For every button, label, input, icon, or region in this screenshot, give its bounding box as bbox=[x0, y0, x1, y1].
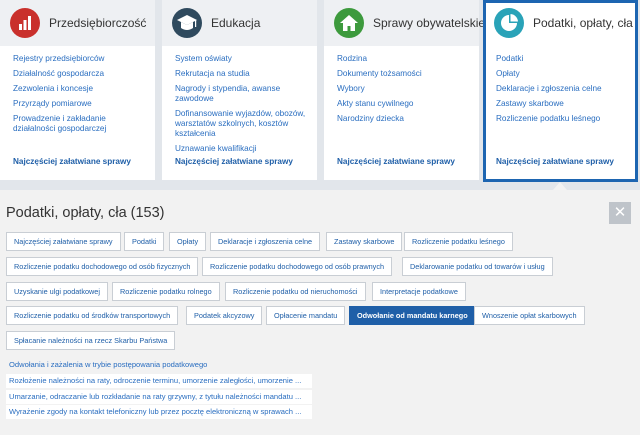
case-link[interactable]: Umarzanie, odraczanie lub rozkładanie na… bbox=[6, 390, 312, 404]
card-title: Sprawy obywatelskie bbox=[373, 16, 486, 30]
card-link[interactable]: Narodziny dziecka bbox=[337, 114, 473, 124]
card-edukacja[interactable]: Edukacja System oświaty Rekrutacja na st… bbox=[162, 0, 317, 180]
most-common-link[interactable]: Najczęściej załatwiane sprawy bbox=[337, 157, 455, 166]
card-links: System oświaty Rekrutacja na studia Nagr… bbox=[175, 54, 311, 159]
bar-chart-icon bbox=[10, 8, 40, 38]
card-header[interactable]: Podatki, opłaty, cła bbox=[486, 3, 635, 49]
card-link[interactable]: System oświaty bbox=[175, 54, 311, 64]
card-link[interactable]: Rekrutacja na studia bbox=[175, 69, 311, 79]
tag-button[interactable]: Deklaracje i zgłoszenia celne bbox=[210, 232, 321, 251]
tag-button[interactable]: Spłacanie należności na rzecz Skarbu Pań… bbox=[6, 331, 176, 350]
card-link[interactable]: Nagrody i stypendia, awanse zawodowe bbox=[175, 84, 311, 104]
tag-button[interactable]: Rozliczenie podatku od środków transport… bbox=[6, 306, 179, 325]
tag-button[interactable]: Rozliczenie podatku rolnego bbox=[112, 282, 220, 301]
tag-button[interactable]: Deklarowanie podatku od towarów i usług bbox=[402, 257, 553, 276]
tag-button[interactable]: Podatki bbox=[124, 232, 165, 251]
tag-button[interactable]: Rozliczenie podatku dochodowego od osób … bbox=[6, 257, 199, 276]
card-link[interactable]: Akty stanu cywilnego bbox=[337, 99, 473, 109]
most-common-link[interactable]: Najczęściej załatwiane sprawy bbox=[175, 157, 293, 166]
tag-button-selected[interactable]: Odwołanie od mandatu karnego bbox=[349, 306, 476, 325]
card-link[interactable]: Rejestry przedsiębiorców bbox=[13, 54, 149, 64]
panel-pointer bbox=[553, 182, 567, 190]
tag-button[interactable]: Rozliczenie podatku dochodowego od osób … bbox=[202, 257, 393, 276]
card-link[interactable]: Rodzina bbox=[337, 54, 473, 64]
category-panel: Podatki, opłaty, cła (153) ✕ Najczęściej… bbox=[0, 190, 640, 435]
tag-button[interactable]: Opłaty bbox=[169, 232, 207, 251]
tag-button[interactable]: Interpretacje podatkowe bbox=[372, 282, 466, 301]
tag-button[interactable]: Zastawy skarbowe bbox=[326, 232, 403, 251]
graduation-cap-icon bbox=[172, 8, 202, 38]
card-header[interactable]: Sprawy obywatelskie bbox=[324, 0, 485, 46]
card-header[interactable]: Edukacja bbox=[162, 0, 317, 46]
card-link[interactable]: Zastawy skarbowe bbox=[496, 99, 629, 109]
case-link[interactable]: Odwołania i zażalenia w trybie postępowa… bbox=[6, 358, 306, 372]
card-link[interactable]: Przyrządy pomiarowe bbox=[13, 99, 149, 109]
tag-button[interactable]: Uzyskanie ulgi podatkowej bbox=[6, 282, 108, 301]
tag-button[interactable]: Podatek akcyzowy bbox=[186, 306, 263, 325]
card-title: Przedsiębiorczość bbox=[49, 16, 147, 30]
card-link[interactable]: Deklaracje i zgłoszenia celne bbox=[496, 84, 629, 94]
card-link[interactable]: Dokumenty tożsamości bbox=[337, 69, 473, 79]
tag-button[interactable]: Wnoszenie opłat skarbowych bbox=[474, 306, 585, 325]
card-link[interactable]: Wybory bbox=[337, 84, 473, 94]
card-title: Edukacja bbox=[211, 16, 261, 30]
card-link[interactable]: Uznawanie kwalifikacji bbox=[175, 144, 311, 154]
tag-button[interactable]: Opłacenie mandatu bbox=[266, 306, 346, 325]
tag-button[interactable]: Rozliczenie podatku leśnego bbox=[404, 232, 513, 251]
card-link[interactable]: Prowadzenie i zakładanie działalności go… bbox=[13, 114, 149, 134]
tag-button[interactable]: Najczęściej załatwiane sprawy bbox=[6, 232, 121, 251]
card-przedsiebiorczosc[interactable]: Przedsiębiorczość Rejestry przedsiębiorc… bbox=[0, 0, 155, 180]
tag-button[interactable]: Rozliczenie podatku od nieruchomości bbox=[225, 282, 366, 301]
card-link[interactable]: Dofinansowanie wyjazdów, obozów, warszta… bbox=[175, 109, 311, 139]
card-link[interactable]: Rozliczenie podatku leśnego bbox=[496, 114, 629, 124]
card-links: Rodzina Dokumenty tożsamości Wybory Akty… bbox=[337, 54, 473, 129]
card-links: Podatki Opłaty Deklaracje i zgłoszenia c… bbox=[496, 54, 629, 129]
card-link[interactable]: Działalność gospodarcza bbox=[13, 69, 149, 79]
card-podatki-oplaty-cla[interactable]: Podatki, opłaty, cła Podatki Opłaty Dekl… bbox=[483, 0, 638, 182]
case-link[interactable]: Rozłożenie należności na raty, odroczeni… bbox=[6, 374, 312, 388]
card-link[interactable]: Opłaty bbox=[496, 69, 629, 79]
card-links: Rejestry przedsiębiorców Działalność gos… bbox=[13, 54, 149, 139]
close-button[interactable]: ✕ bbox=[609, 202, 631, 224]
most-common-link[interactable]: Najczęściej załatwiane sprawy bbox=[13, 157, 131, 166]
category-cards: Przedsiębiorczość Rejestry przedsiębiorc… bbox=[0, 0, 640, 186]
card-title: Podatki, opłaty, cła bbox=[533, 16, 633, 30]
most-common-link[interactable]: Najczęściej załatwiane sprawy bbox=[496, 157, 614, 166]
card-sprawy-obywatelskie[interactable]: Sprawy obywatelskie Rodzina Dokumenty to… bbox=[324, 0, 485, 180]
case-link[interactable]: Wyrażenie zgody na kontakt telefoniczny … bbox=[6, 405, 312, 419]
card-link[interactable]: Podatki bbox=[496, 54, 629, 64]
card-header[interactable]: Przedsiębiorczość bbox=[0, 0, 155, 46]
house-icon bbox=[334, 8, 364, 38]
pie-chart-icon bbox=[494, 8, 524, 38]
panel-title: Podatki, opłaty, cła (153) bbox=[6, 205, 165, 221]
card-link[interactable]: Zezwolenia i koncesje bbox=[13, 84, 149, 94]
